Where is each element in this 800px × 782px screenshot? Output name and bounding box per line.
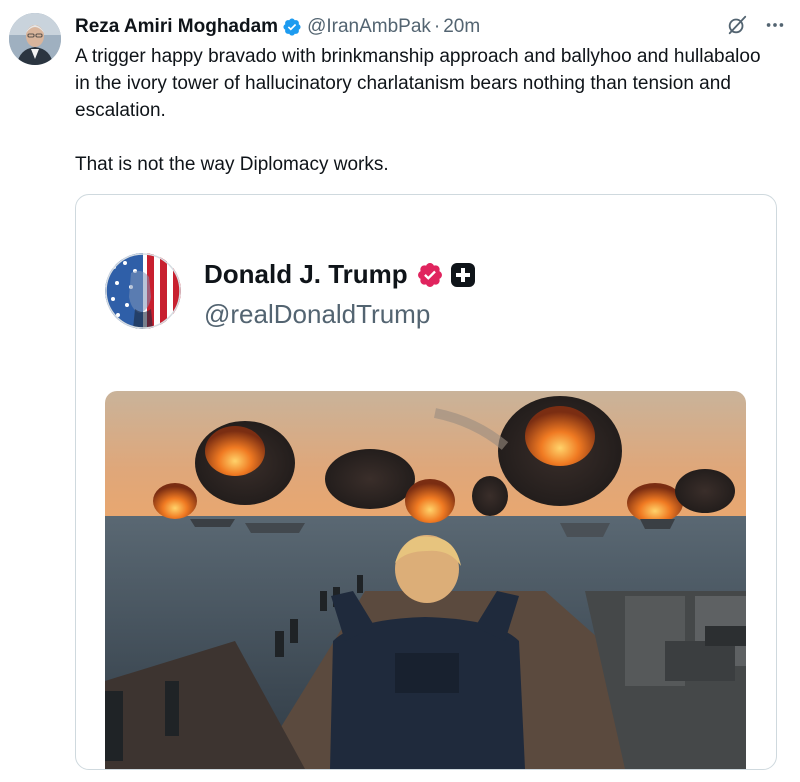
- author-name[interactable]: Reza Amiri Moghadam: [75, 16, 278, 38]
- author-handle[interactable]: @IranAmbPak: [307, 16, 431, 38]
- grok-icon[interactable]: [726, 14, 748, 36]
- verified-badge-icon: [416, 261, 444, 289]
- tweet-header: Reza Amiri Moghadam @IranAmbPak · 20m: [75, 14, 480, 40]
- verified-badge-icon: [282, 17, 302, 37]
- tweet-paragraph: A trigger happy bravado with brinkmanshi…: [75, 46, 761, 121]
- tweet-actions-top: [726, 14, 786, 36]
- tweet: Reza Amiri Moghadam @IranAmbPak · 20m A …: [0, 0, 800, 782]
- tweet-paragraph: That is not the way Diplomacy works.: [75, 154, 389, 175]
- separator-dot: ·: [433, 16, 441, 37]
- tweet-text: A trigger happy bravado with brinkmanshi…: [75, 43, 775, 178]
- author-avatar[interactable]: [9, 13, 61, 65]
- quoted-media-image[interactable]: [105, 391, 746, 769]
- quoted-author-handle[interactable]: @realDonaldTrump: [204, 299, 430, 330]
- quoted-header: Donald J. Trump: [204, 259, 476, 290]
- quoted-post-card[interactable]: Donald J. Trump @realDonaldTrump: [75, 194, 777, 770]
- plus-badge-icon: [450, 262, 476, 288]
- tweet-timestamp[interactable]: 20m: [443, 16, 480, 38]
- more-options-icon[interactable]: [764, 14, 786, 36]
- quoted-author-avatar[interactable]: [105, 253, 181, 329]
- quoted-author-name[interactable]: Donald J. Trump: [204, 259, 408, 290]
